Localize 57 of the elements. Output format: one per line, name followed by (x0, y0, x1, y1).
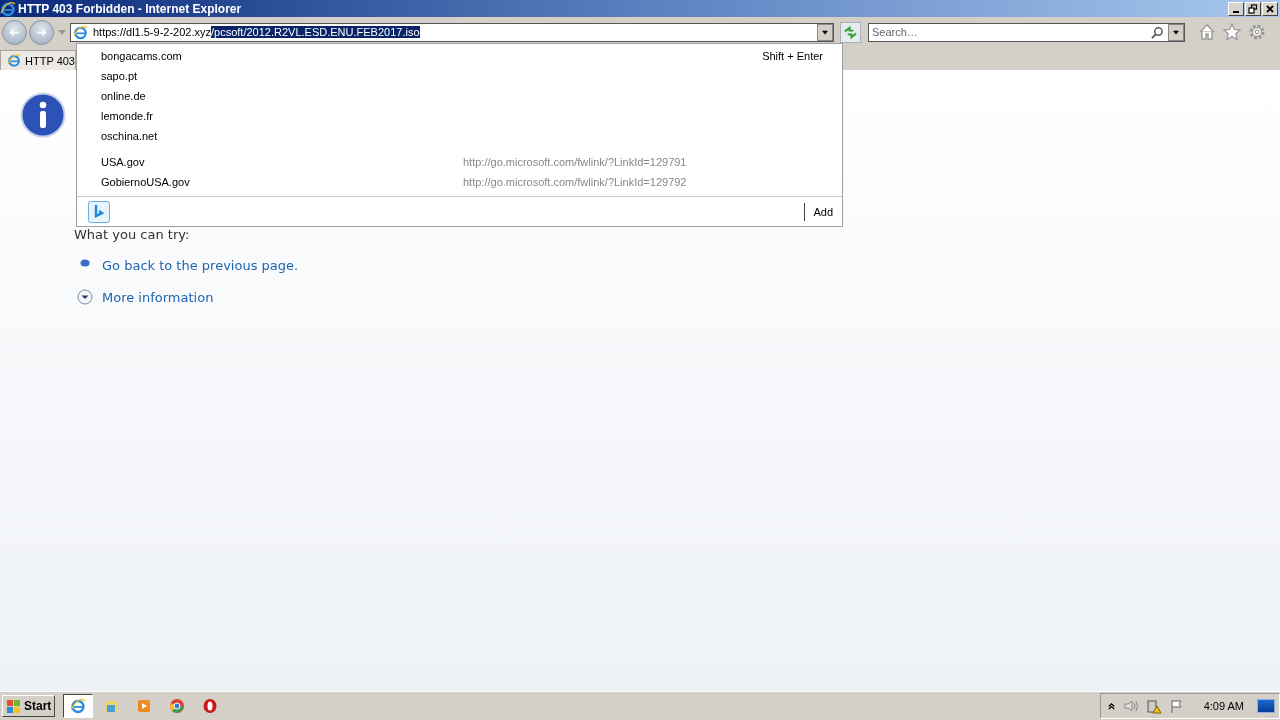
favorite-item[interactable]: USA.gov (101, 156, 463, 168)
help-link[interactable]: Go back to the previous page. (102, 258, 299, 273)
play-icon (136, 698, 153, 714)
forward-button[interactable] (29, 19, 54, 45)
speaker-icon[interactable] (1122, 698, 1139, 714)
info-icon (20, 92, 66, 138)
back-button[interactable] (2, 19, 27, 45)
network-warning-icon[interactable] (1145, 698, 1162, 714)
home-icon[interactable] (1197, 22, 1217, 42)
add-button[interactable]: Add (804, 202, 833, 221)
favorite-url: http://go.microsoft.com/fwlink/?LinkId=129792 (463, 176, 687, 188)
dropdown-arrow-icon[interactable] (58, 29, 66, 35)
window-title: HTTP 403 Forbidden - Internet Explorer (18, 1, 242, 16)
folder-icon (103, 698, 120, 714)
show-hidden-icons-icon[interactable] (1106, 701, 1116, 711)
favorite-url: http://go.microsoft.com/fwlink/?LinkId=129791 (463, 156, 687, 168)
settings-icon[interactable] (1247, 22, 1267, 42)
suggestion-item[interactable]: sapo.pt (77, 66, 842, 86)
expand-icon[interactable] (77, 289, 93, 305)
page-icon (73, 24, 88, 40)
windows-logo-icon (6, 698, 22, 714)
show-desktop-button[interactable] (1257, 699, 1275, 713)
close-button[interactable] (1262, 1, 1278, 16)
star-icon[interactable] (1222, 22, 1242, 42)
refresh-button[interactable] (840, 21, 861, 43)
favorite-item[interactable]: GobiernoUSA.gov (101, 176, 463, 188)
browser-taskbar-button[interactable] (63, 694, 94, 718)
search-field[interactable]: Search… (868, 22, 1185, 42)
shortcut-hint: Shift + Enter (762, 50, 823, 62)
suggestion-item[interactable]: online.de (77, 86, 842, 106)
flag-icon[interactable] (1168, 698, 1185, 714)
search-provider-icon[interactable] (88, 200, 110, 223)
browser-icon (169, 698, 186, 714)
caret-icon (822, 29, 828, 35)
address-dropdown-button[interactable] (817, 23, 833, 41)
ring-logo-icon (202, 698, 219, 714)
suggestion-item[interactable]: bongacams.com Shift + Enter (77, 46, 842, 66)
clock[interactable]: 4:09 AM (1203, 700, 1244, 712)
suggestion-item[interactable]: oschina.net (77, 126, 842, 146)
search-icon[interactable] (1151, 25, 1164, 39)
browser-logo-icon (70, 698, 87, 714)
help-link[interactable]: More information (102, 289, 214, 305)
restore-icon (1247, 3, 1259, 14)
close-icon (1264, 3, 1276, 14)
start-button[interactable]: Start (2, 695, 56, 717)
suggestion-item[interactable]: lemonde.fr (77, 106, 842, 126)
browser-tab[interactable]: HTTP 403 (0, 50, 76, 70)
bullet-icon (80, 257, 90, 268)
browser-logo-icon (0, 0, 16, 17)
minimize-button[interactable] (1228, 1, 1244, 16)
restore-button[interactable] (1245, 1, 1261, 16)
page-icon (7, 53, 22, 68)
caret-icon (1173, 29, 1179, 35)
arrows-icon (843, 24, 858, 40)
section-heading: What you can try: (74, 227, 191, 242)
minimize-icon (1233, 10, 1239, 13)
tab-label: HTTP 403 (25, 54, 75, 67)
